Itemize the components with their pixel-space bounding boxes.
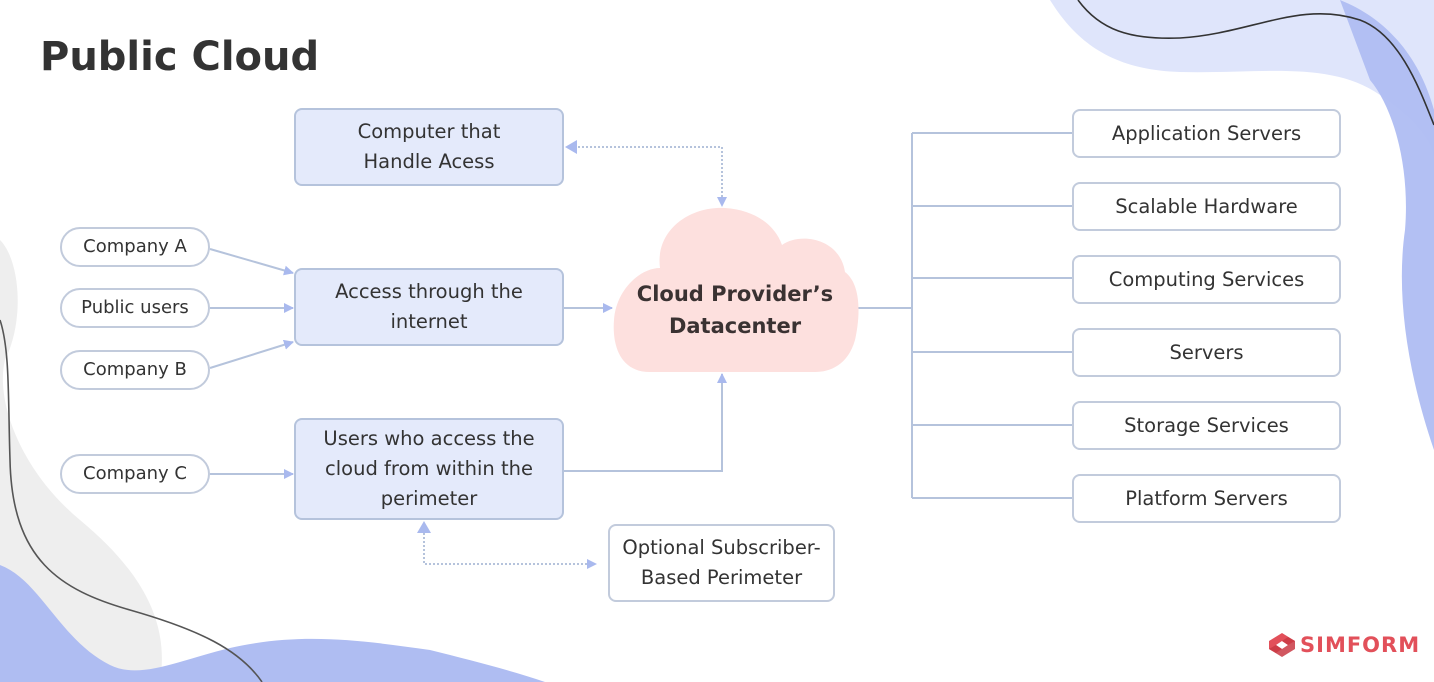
connector-perimeter-cloud [563,373,727,472]
dotted-connector-optional [423,533,597,569]
brand-name: SIMFORM [1300,633,1421,657]
source-public-users[interactable]: Public users [60,288,210,328]
center-node-datacenter[interactable]: Cloud Provider’s Datacenter [615,278,855,342]
service-scalable-hardware[interactable]: Scalable Hardware [1072,182,1341,231]
node-optional-perimeter[interactable]: Optional Subscriber- Based Perimeter [608,524,835,602]
node-line: internet [390,310,468,333]
dotted-connector-computer-cloud [578,146,727,207]
service-label: Scalable Hardware [1115,194,1298,218]
node-computer-access[interactable]: Computer that Handle Acess [294,108,564,186]
source-label: Company A [83,236,187,257]
source-company-b[interactable]: Company B [60,350,210,390]
source-label: Company C [83,463,187,484]
service-label: Storage Services [1124,413,1289,437]
node-internet-access[interactable]: Access through the internet [294,268,564,346]
source-label: Public users [81,297,189,318]
node-line: cloud from within the [325,457,533,480]
center-node-line: Datacenter [668,314,802,338]
simform-logo: SIMFORM [1268,632,1420,658]
arrowhead-perimeter-users [417,521,431,533]
node-line: Computer that [357,120,501,143]
center-node-line: Cloud Provider’s [636,282,834,306]
node-line: perimeter [380,487,478,510]
node-line: Optional Subscriber- [622,536,821,559]
source-company-c[interactable]: Company C [60,454,210,494]
connector-company-a [209,248,294,276]
service-servers[interactable]: Servers [1072,328,1341,377]
service-platform-servers[interactable]: Platform Servers [1072,474,1341,523]
source-label: Company B [83,359,187,380]
node-line: Handle Acess [363,150,495,173]
node-line: Access through the [335,280,523,303]
service-application-servers[interactable]: Application Servers [1072,109,1341,158]
arrowhead-computer-access [565,140,577,154]
service-label: Application Servers [1111,121,1302,145]
service-computing-services[interactable]: Computing Services [1072,255,1341,304]
node-perimeter-users[interactable]: Users who access the cloud from within th… [294,418,564,520]
node-line: Users who access the [323,427,535,450]
connector-company-b [209,339,294,369]
service-label: Platform Servers [1125,486,1288,510]
service-label: Servers [1169,340,1244,364]
service-label: Computing Services [1108,267,1305,291]
source-company-a[interactable]: Company A [60,227,210,267]
node-line: Based Perimeter [640,566,803,589]
simform-logo-icon [1269,633,1295,657]
service-storage-services[interactable]: Storage Services [1072,401,1341,450]
